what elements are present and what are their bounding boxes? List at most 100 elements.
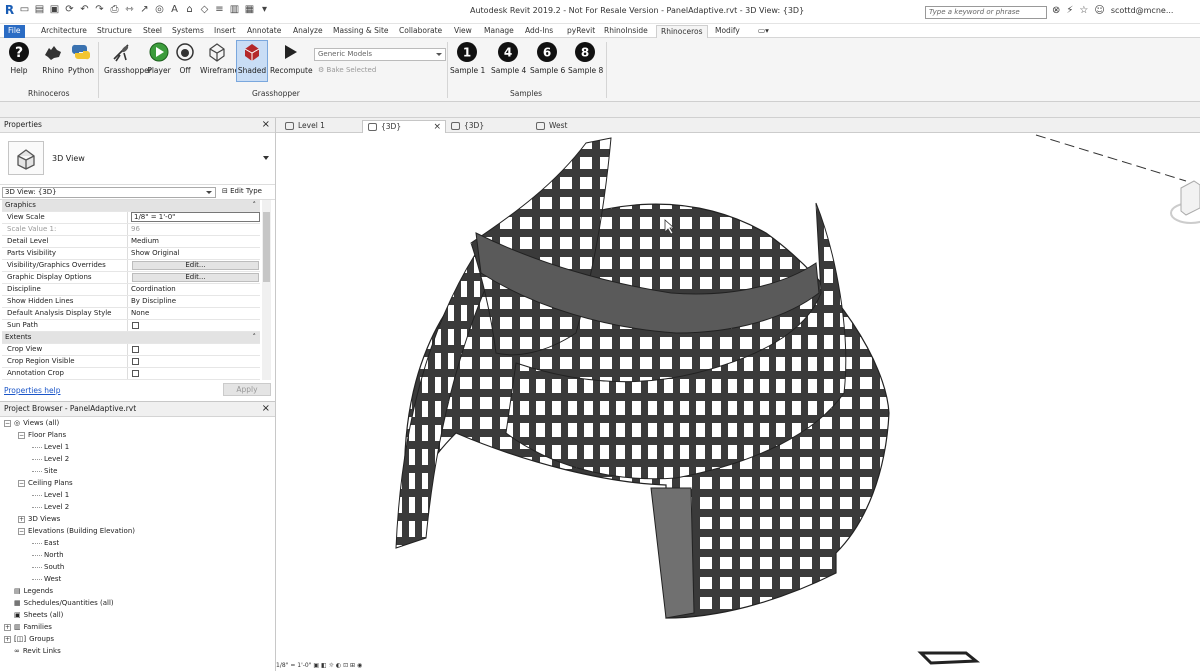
search-input[interactable]: Type a keyword or phrase — [925, 6, 1047, 19]
property-value[interactable]: Coordination — [128, 284, 260, 295]
subscription-icon[interactable]: ⚡ — [1066, 5, 1073, 16]
tab-steel[interactable]: Steel — [139, 25, 166, 38]
type-selector[interactable]: 3D View — [0, 133, 275, 185]
python-button[interactable]: Python — [64, 41, 98, 75]
hide-icon[interactable]: ◉ — [357, 662, 362, 669]
browser-node[interactable]: + [◫] Groups — [4, 635, 54, 643]
close-icon[interactable]: × — [262, 402, 270, 416]
tab-modify[interactable]: Modify — [711, 25, 744, 38]
detail-level-icon[interactable]: ▣ — [313, 662, 319, 669]
browser-node[interactable]: + ▥ Families — [4, 623, 52, 631]
browser-node[interactable]: Level 1 — [32, 443, 69, 451]
tab-systems[interactable]: Systems — [168, 25, 208, 38]
checkbox[interactable] — [132, 358, 139, 365]
browser-node[interactable]: − Ceiling Plans — [18, 479, 73, 487]
collapse-icon[interactable]: ˄ — [253, 332, 261, 343]
text-icon[interactable]: A — [169, 4, 180, 16]
visual-style-icon[interactable]: ◧ — [321, 662, 327, 669]
expand-icon[interactable]: + — [4, 635, 11, 643]
section-icon[interactable]: ◇ — [199, 4, 210, 16]
browser-node[interactable]: Level 1 — [32, 491, 69, 499]
folder-icon[interactable]: ▤ — [34, 4, 45, 16]
close-hidden-icon[interactable]: ▥ — [229, 4, 240, 16]
property-section[interactable]: Extents ˄ — [2, 332, 260, 344]
browser-node[interactable]: − ◎ Views (all) — [4, 419, 59, 427]
collapse-icon[interactable]: − — [18, 479, 25, 487]
open-icon[interactable]: ▭ — [19, 4, 30, 16]
tab-view[interactable]: View — [450, 25, 476, 38]
3d-view-icon[interactable]: ⌂ — [184, 4, 195, 16]
sync-icon[interactable]: ⟳ — [64, 4, 75, 16]
properties-scrollbar[interactable] — [262, 200, 271, 380]
sample-6-button[interactable]: 6 Sample 6 — [530, 41, 565, 75]
expand-icon[interactable]: + — [4, 623, 11, 631]
tab-rhinoceros[interactable]: Rhinoceros — [656, 25, 708, 38]
sample-8-button[interactable]: 8 Sample 8 — [568, 41, 603, 75]
property-value[interactable]: Show Original — [128, 248, 260, 259]
tab-collaborate[interactable]: Collaborate — [395, 25, 446, 38]
apply-button[interactable]: Apply — [223, 383, 271, 396]
properties-help-link[interactable]: Properties help — [4, 386, 61, 395]
print-icon[interactable]: ⎙ — [109, 4, 120, 16]
view-tab-3d[interactable]: {3D} — [446, 120, 530, 133]
tab-massing-site[interactable]: Massing & Site — [329, 25, 393, 38]
wireframe-button[interactable]: Wireframe — [200, 41, 239, 75]
browser-node[interactable]: ▤ Legends — [4, 587, 53, 595]
checkbox[interactable] — [132, 346, 139, 353]
bake-selected-button[interactable]: ⚙ Bake Selected — [318, 66, 376, 74]
tab-manage[interactable]: Manage — [480, 25, 518, 38]
property-value[interactable]: None — [128, 308, 260, 319]
browser-node[interactable]: ▦ Schedules/Quantities (all) — [4, 599, 114, 607]
tab-analyze[interactable]: Analyze — [289, 25, 327, 38]
browser-node[interactable]: Level 2 — [32, 503, 69, 511]
redo-icon[interactable]: ↷ — [94, 4, 105, 16]
sample-1-button[interactable]: 1 Sample 1 — [450, 41, 485, 75]
save-icon[interactable]: ▣ — [49, 4, 60, 16]
collapse-icon[interactable]: − — [18, 527, 25, 535]
tab-structure[interactable]: Structure — [93, 25, 136, 38]
edit-type-button[interactable]: ⊟ Edit Type — [222, 187, 262, 195]
scroll-thumb[interactable] — [263, 212, 270, 282]
small-model-element[interactable] — [917, 651, 981, 665]
property-value[interactable]: Medium — [128, 236, 260, 247]
browser-node[interactable]: West — [32, 575, 61, 583]
lower-solid-panel[interactable] — [650, 487, 695, 619]
category-combo[interactable]: Generic Models — [314, 48, 446, 61]
favorites-icon[interactable]: ☆ — [1079, 5, 1088, 16]
measure-icon[interactable]: ⇿ — [124, 4, 135, 16]
tab-pyrevit[interactable]: pyRevit — [563, 25, 599, 38]
checkbox[interactable] — [132, 322, 139, 329]
view-cube[interactable] — [1170, 180, 1200, 224]
view-tab-level-1[interactable]: Level 1 — [280, 120, 362, 133]
shaded-button[interactable]: Shaded — [236, 40, 268, 82]
collapse-icon[interactable]: ˄ — [253, 200, 261, 211]
tab-insert[interactable]: Insert — [210, 25, 240, 38]
view-tab-west[interactable]: West — [531, 120, 615, 133]
3d-viewport[interactable] — [276, 133, 1200, 671]
view-scale-field[interactable]: 1/8" = 1'-0" — [131, 212, 260, 222]
browser-node[interactable]: Site — [32, 467, 57, 475]
shadows-icon[interactable]: ◐ — [336, 662, 341, 669]
render-icon[interactable]: ⊡ — [343, 662, 348, 669]
browser-node[interactable]: − Elevations (Building Elevation) — [18, 527, 135, 535]
tab-architecture[interactable]: Architecture — [37, 25, 91, 38]
browser-node[interactable]: +3D Views — [18, 515, 60, 523]
crop-icon[interactable]: ⊞ — [350, 662, 355, 669]
collapse-icon[interactable]: − — [4, 419, 11, 427]
preview-off-button[interactable]: Off — [170, 41, 200, 75]
browser-node[interactable]: Level 2 — [32, 455, 69, 463]
revit-logo[interactable]: R — [4, 4, 15, 16]
user-name[interactable]: scottd@mcne... — [1111, 6, 1174, 15]
chevron-down-icon[interactable] — [263, 156, 269, 160]
edit-button[interactable]: Edit... — [132, 273, 259, 282]
ribbon-options-icon[interactable]: ▭▾ — [754, 25, 773, 38]
panel-dome-model[interactable] — [276, 133, 1200, 671]
checkbox[interactable] — [132, 370, 139, 377]
view-scale-readout[interactable]: 1/8" = 1'-0" — [276, 662, 311, 669]
close-icon[interactable]: × — [433, 121, 441, 133]
thin-lines-icon[interactable]: ≡ — [214, 4, 225, 16]
expand-icon[interactable]: + — [18, 515, 25, 523]
property-value[interactable]: By Discipline — [128, 296, 260, 307]
view-instance-dropdown[interactable]: 3D View: {3D} — [2, 187, 216, 198]
browser-node[interactable]: ∞ Revit Links — [4, 647, 61, 655]
